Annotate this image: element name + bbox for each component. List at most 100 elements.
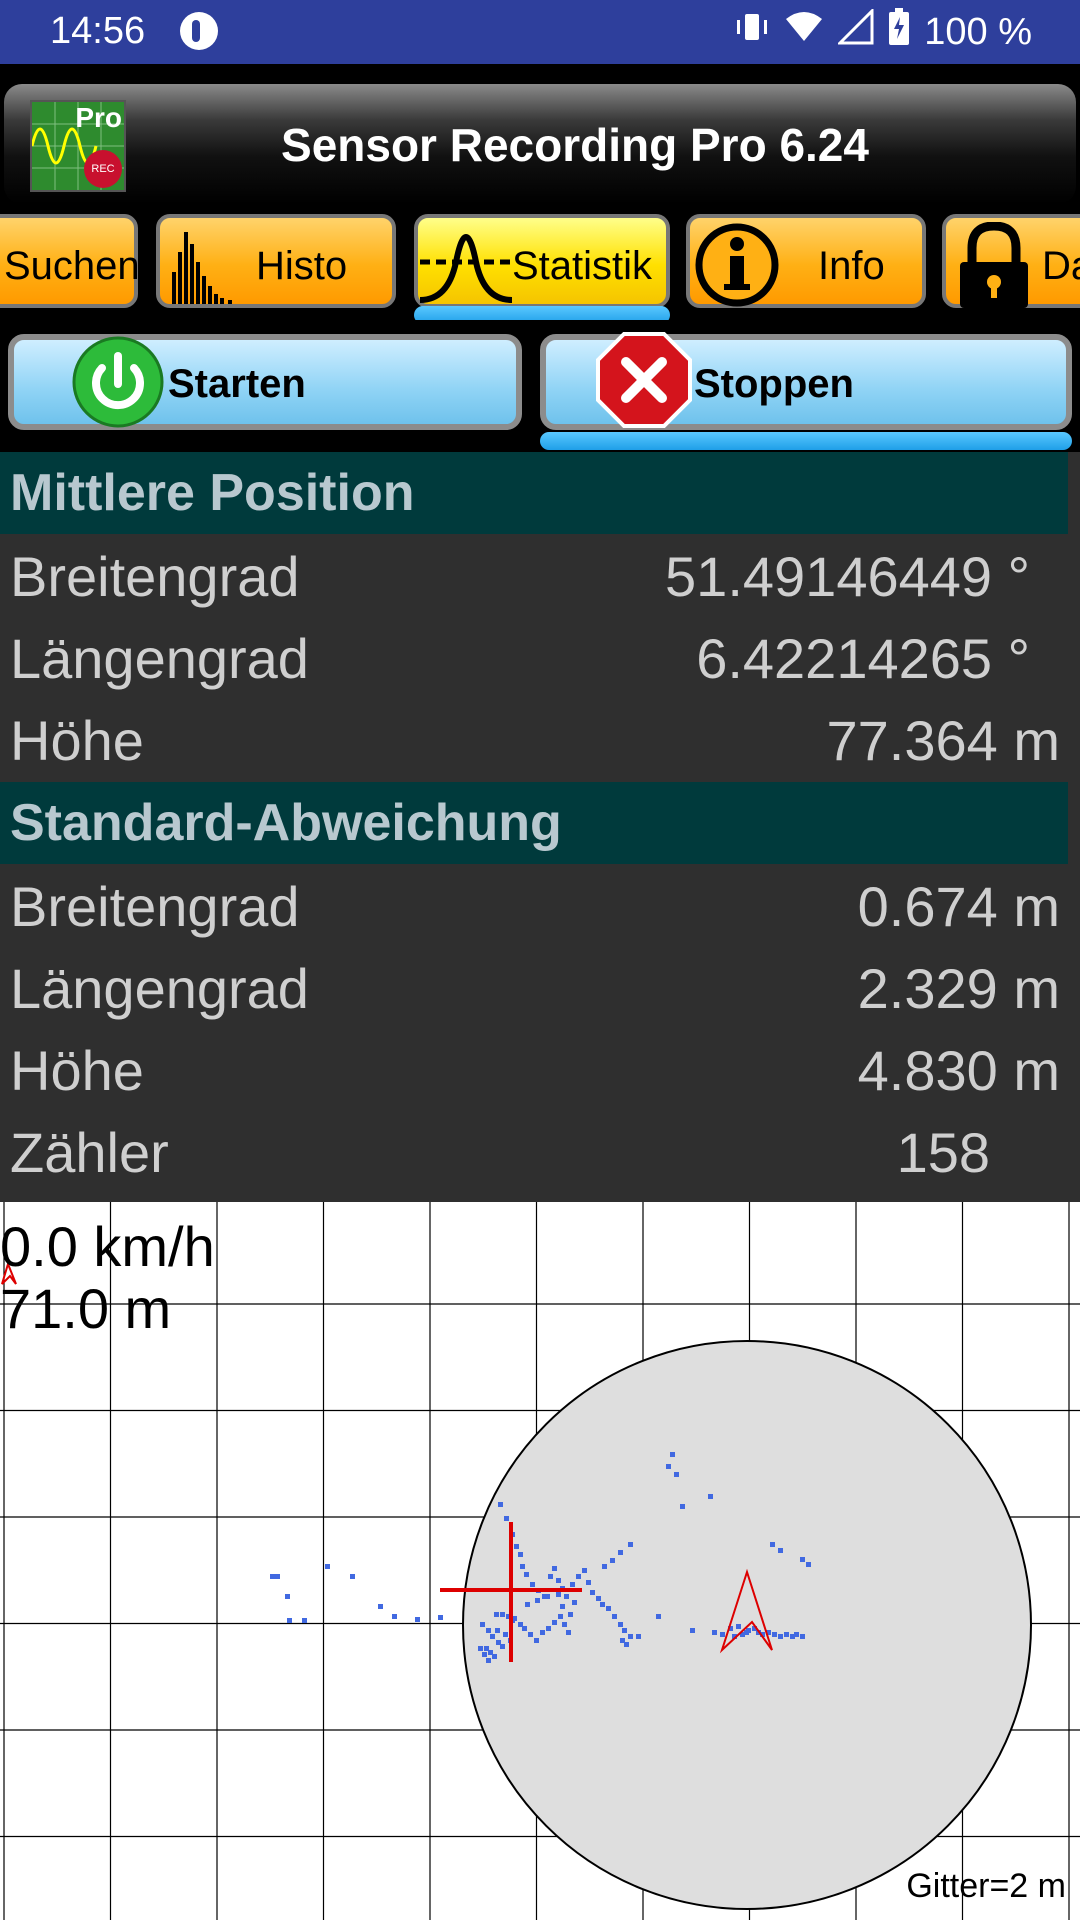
std-deviation-header: Standard-Abweichung bbox=[0, 782, 1068, 864]
position-point bbox=[562, 1622, 567, 1627]
tab-histo[interactable]: Histo bbox=[156, 214, 396, 308]
status-bar: 14:56 100 % bbox=[0, 0, 1080, 64]
tab-info[interactable]: Info bbox=[686, 214, 926, 308]
position-point bbox=[504, 1516, 509, 1521]
position-point bbox=[566, 1630, 571, 1635]
counter-label: Zähler bbox=[10, 1121, 169, 1184]
position-point bbox=[576, 1574, 581, 1579]
info-icon bbox=[692, 222, 782, 313]
position-point bbox=[720, 1632, 725, 1637]
accuracy-circle bbox=[462, 1340, 1032, 1910]
position-point bbox=[794, 1632, 799, 1637]
position-point bbox=[680, 1504, 685, 1509]
position-point bbox=[770, 1542, 775, 1547]
position-point bbox=[800, 1634, 805, 1639]
wifi-icon bbox=[784, 9, 824, 55]
position-point bbox=[618, 1622, 623, 1627]
position-point bbox=[438, 1615, 443, 1620]
position-point bbox=[570, 1582, 575, 1587]
std-latitude-value: 0.674 m bbox=[857, 875, 1060, 938]
status-time: 14:56 bbox=[50, 10, 146, 52]
position-point bbox=[542, 1594, 547, 1599]
position-point bbox=[275, 1574, 280, 1579]
position-point bbox=[415, 1617, 420, 1622]
position-point bbox=[622, 1628, 627, 1633]
bell-curve-icon bbox=[418, 222, 514, 313]
position-point bbox=[503, 1632, 508, 1637]
control-buttons: Starten Stoppen bbox=[0, 330, 1080, 450]
position-point bbox=[482, 1652, 487, 1657]
position-point bbox=[586, 1580, 591, 1585]
tab-info-label: Info bbox=[818, 244, 885, 288]
std-longitude-label: Längengrad bbox=[10, 957, 309, 1020]
position-point bbox=[606, 1606, 611, 1611]
position-point bbox=[478, 1646, 483, 1651]
std-latitude-row: Breitengrad 0.674 m bbox=[0, 866, 1080, 948]
position-point bbox=[572, 1600, 577, 1605]
position-point bbox=[495, 1628, 500, 1633]
active-tab-indicator bbox=[414, 306, 670, 320]
std-altitude-row: Höhe 4.830 m bbox=[0, 1030, 1080, 1112]
tab-daten-label: Da bbox=[1042, 244, 1080, 288]
mean-position-header: Mittlere Position bbox=[0, 452, 1068, 534]
mean-longitude-value: 6.42214265 ° bbox=[696, 627, 1030, 690]
app-title: Sensor Recording Pro 6.24 bbox=[281, 119, 869, 171]
position-point bbox=[522, 1626, 527, 1631]
vibrate-icon bbox=[734, 9, 770, 55]
counter-row: Zähler 158 bbox=[0, 1112, 1080, 1194]
stop-button[interactable]: Stoppen bbox=[540, 332, 1072, 430]
position-point bbox=[712, 1630, 717, 1635]
position-point bbox=[784, 1632, 789, 1637]
position-point bbox=[325, 1564, 330, 1569]
position-point bbox=[558, 1614, 563, 1619]
std-longitude-value: 2.329 m bbox=[857, 957, 1060, 1020]
counter-value: 158 bbox=[896, 1121, 990, 1184]
start-button-label: Starten bbox=[168, 362, 306, 406]
position-map[interactable]: 0.0 km/h 71.0 m Gitter=2 m bbox=[0, 1202, 1080, 1920]
tab-daten[interactable]: Da bbox=[942, 214, 1080, 308]
position-point bbox=[552, 1620, 557, 1625]
active-button-indicator bbox=[540, 432, 1072, 450]
position-point bbox=[540, 1630, 545, 1635]
position-point bbox=[480, 1622, 485, 1627]
position-point bbox=[772, 1632, 777, 1637]
std-altitude-value: 4.830 m bbox=[857, 1039, 1060, 1102]
position-point bbox=[392, 1614, 397, 1619]
position-point bbox=[708, 1494, 713, 1499]
position-point bbox=[500, 1612, 505, 1617]
position-point bbox=[590, 1590, 595, 1595]
tab-bar: Suchen Histo Statistik Info Da bbox=[0, 210, 1080, 320]
position-point bbox=[778, 1634, 783, 1639]
position-point bbox=[492, 1654, 497, 1659]
position-point bbox=[520, 1564, 525, 1569]
position-point bbox=[514, 1544, 519, 1549]
stop-button-label: Stoppen bbox=[694, 362, 854, 406]
mean-longitude-row: Längengrad 6.42214265 ° bbox=[0, 618, 1080, 700]
std-altitude-label: Höhe bbox=[10, 1039, 144, 1102]
notification-icon bbox=[180, 12, 218, 50]
tab-suchen[interactable]: Suchen bbox=[0, 214, 140, 308]
position-point bbox=[486, 1628, 491, 1633]
position-point bbox=[350, 1574, 355, 1579]
position-point bbox=[524, 1572, 529, 1577]
position-point bbox=[674, 1472, 679, 1477]
position-point bbox=[800, 1557, 805, 1562]
position-point bbox=[525, 1602, 530, 1607]
std-longitude-row: Längengrad 2.329 m bbox=[0, 948, 1080, 1030]
position-point bbox=[530, 1582, 535, 1587]
start-button[interactable]: Starten bbox=[8, 334, 522, 430]
position-point bbox=[486, 1658, 491, 1663]
position-point bbox=[490, 1634, 495, 1639]
signal-icon bbox=[836, 7, 874, 55]
status-icons: 100 % bbox=[734, 7, 1032, 56]
position-point bbox=[610, 1558, 615, 1563]
position-point bbox=[535, 1598, 540, 1603]
position-point bbox=[534, 1638, 539, 1643]
tab-statistik-label: Statistik bbox=[512, 244, 653, 288]
mean-latitude-label: Breitengrad bbox=[10, 545, 300, 608]
app-title-bar: Pro REC Sensor Recording Pro 6.24 bbox=[4, 84, 1076, 204]
position-point bbox=[596, 1596, 601, 1601]
position-point bbox=[744, 1630, 749, 1635]
tab-statistik[interactable]: Statistik bbox=[414, 214, 670, 308]
position-point bbox=[624, 1642, 629, 1647]
